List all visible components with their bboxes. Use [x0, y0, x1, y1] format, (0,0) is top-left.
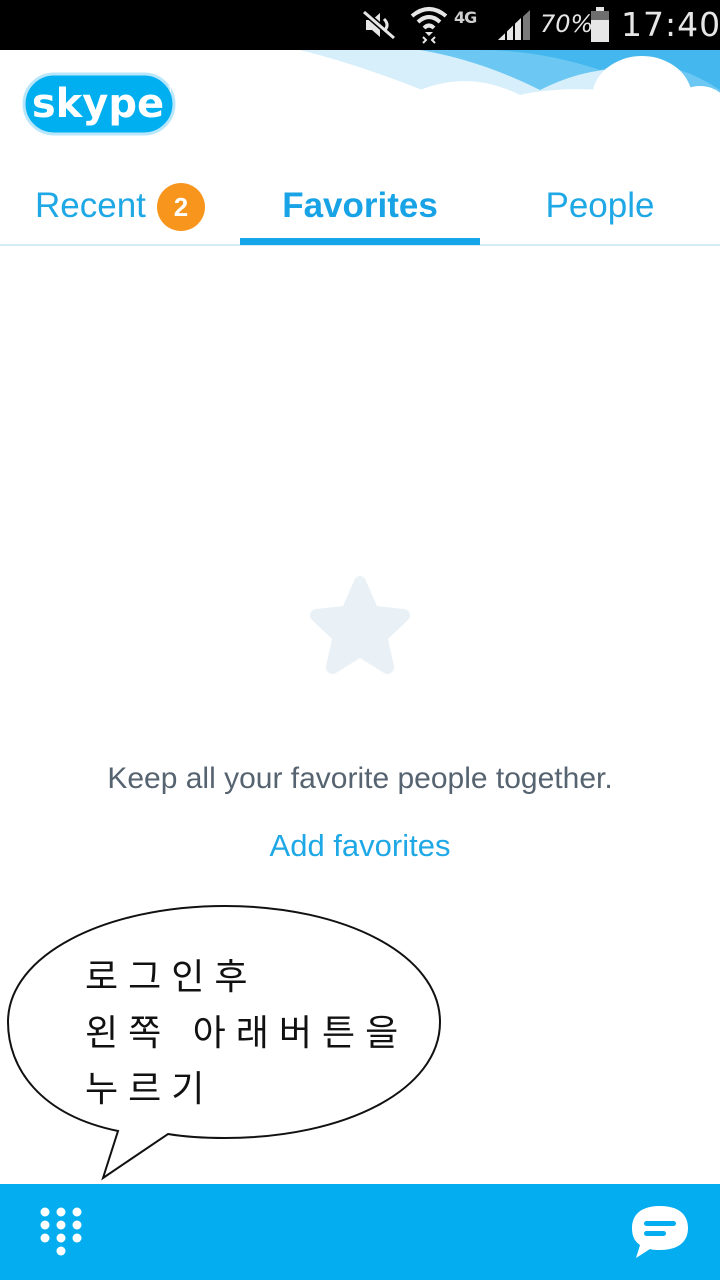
dialpad-icon[interactable]: [36, 1204, 86, 1264]
annotation-line-1: 로그인후: [85, 957, 258, 998]
add-favorites-container: Add favorites: [0, 828, 720, 864]
battery-percent: 70%: [540, 10, 594, 38]
recent-unread-badge: 2: [157, 183, 205, 231]
skype-logo: skype TM: [22, 72, 178, 136]
annotation-line-2: 왼쪽 아래버튼을: [85, 1013, 409, 1054]
bottom-action-bar: [0, 1184, 720, 1280]
tab-people-label: People: [545, 186, 655, 225]
star-icon: [309, 576, 411, 675]
active-tab-indicator: [240, 238, 480, 245]
skype-favorites-screen: 4G 70% 17:40 skype TM Recent 2 Favorites…: [0, 0, 720, 1280]
chat-icon[interactable]: [628, 1202, 692, 1262]
mute-icon: [362, 10, 396, 40]
skype-logo-text: skype: [32, 81, 164, 127]
status-clock: 17:40: [621, 5, 720, 44]
tab-people[interactable]: People: [480, 160, 720, 244]
annotation-text: 로그인후 왼쪽 아래버튼을 누르기: [85, 950, 408, 1118]
annotation-line-3: 누르기: [85, 1069, 215, 1110]
tab-bar: Recent 2 Favorites People: [0, 160, 720, 246]
add-favorites-link[interactable]: Add favorites: [270, 828, 451, 863]
signal-icon: [498, 10, 530, 40]
battery-icon: [591, 7, 609, 42]
tab-recent-label: Recent: [35, 186, 146, 225]
tab-recent[interactable]: Recent 2: [0, 160, 240, 244]
empty-state-message: Keep all your favorite people together.: [107, 762, 613, 795]
wifi-icon: [410, 7, 448, 44]
tab-favorites-label: Favorites: [282, 186, 438, 225]
network-4g-label: 4G: [454, 8, 477, 27]
status-bar: 4G 70% 17:40: [0, 0, 720, 50]
svg-text:TM: TM: [167, 85, 178, 94]
app-header: skype TM: [0, 50, 720, 160]
tab-favorites[interactable]: Favorites: [240, 160, 480, 244]
